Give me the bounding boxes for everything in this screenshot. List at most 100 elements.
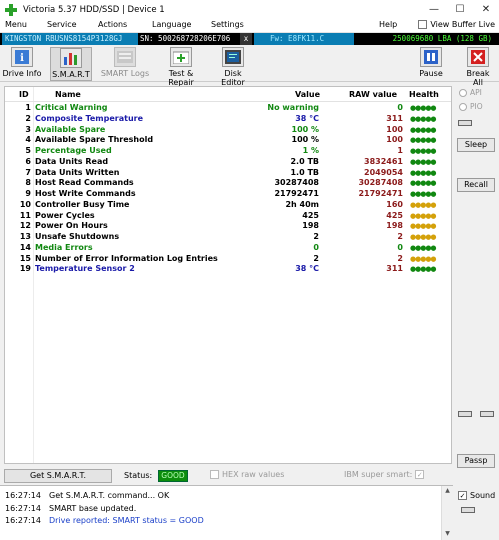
row-raw-value: 311 [386,113,403,123]
table-row[interactable]: 14 Media Errors 0 0 ●●●●● [5,243,451,254]
row-id: 5 [25,146,31,155]
row-name: Data Units Written [35,167,120,177]
table-row[interactable]: 12 Power On Hours 198 198 ●●●●● [5,221,451,232]
break-all-button[interactable]: Break All [461,47,495,87]
get-smart-button[interactable]: Get S.M.A.R.T. [4,469,112,483]
device-serial: SN: 500268728206E706 [140,34,231,43]
menu-item-service[interactable]: Service [47,20,77,29]
header-name[interactable]: Name [55,90,81,99]
header-health[interactable]: Health [409,90,439,99]
table-row[interactable]: 10 Controller Busy Time 2h 40m 160 ●●●●● [5,200,451,211]
header-value[interactable]: Value [295,90,320,99]
api-radio-dot[interactable] [459,88,467,97]
pio-radio-dot[interactable] [459,102,467,111]
row-raw-value: 100 [386,135,403,145]
row-id: 15 [19,253,31,263]
sleep-button[interactable]: Sleep [457,138,495,152]
app-cross-icon [5,3,17,16]
pause-button[interactable]: Pause [416,47,446,81]
ibm-checkbox[interactable]: ✓ [415,470,425,479]
row-health: ●●●●● [410,222,437,231]
table-row[interactable]: 5 Percentage Used 1 % 1 ●●●●● [5,146,451,157]
menu-item-language[interactable]: Language [152,20,191,29]
device-lba: 250069680 LBA (128 GB) [392,34,492,43]
row-value: 30287408 [274,178,319,188]
row-value: 2 [313,253,319,263]
maximize-button[interactable]: ☐ [447,0,473,19]
row-health: ●●●●● [410,211,437,220]
row-id: 6 [25,156,31,166]
row-health: ●●●●● [410,136,437,145]
menu-item-help[interactable]: Help [379,20,397,29]
scroll-down-icon[interactable]: ▼ [442,530,453,540]
row-name: Data Units Read [35,156,109,166]
row-raw-value: 1 [397,146,403,155]
hex-raw-toggle[interactable]: HEX raw values [210,470,284,479]
menu-item-actions[interactable]: Actions [98,20,127,29]
right-panel: API PIO Sleep Recall Passp [455,86,497,468]
header-raw[interactable]: RAW value [349,90,397,99]
scroll-up-icon[interactable]: ▲ [442,487,453,497]
table-row[interactable]: 1 Critical Warning No warning 0 ●●●●● [5,103,451,114]
row-value: 1.0 TB [290,167,319,177]
table-row[interactable]: 4 Available Spare Threshold 100 % 100 ●●●●● [5,135,451,146]
table-row[interactable]: 11 Power Cycles 425 425 ●●●●● [5,211,451,222]
hex-raw-checkbox[interactable] [210,470,219,479]
view-buffer-live-toggle[interactable]: View Buffer Live [418,20,495,29]
header-id[interactable]: ID [19,90,29,99]
table-row[interactable]: 9 Host Write Commands 21792471 21792471 ●●●●… [5,189,451,200]
row-name: Media Errors [35,242,93,252]
table-row[interactable]: 6 Data Units Read 2.0 TB 3832461 ●●●●● [5,157,451,168]
table-row[interactable]: 15 Number of Error Information Log Entrie… [5,254,451,265]
log-message: SMART base updated. [49,503,137,513]
sound-toggle[interactable]: ✓ Sound [458,491,495,500]
log-panel: 16:27:14 Get S.M.A.R.T. command... OK 16:2… [0,485,453,540]
table-row[interactable]: 8 Host Read Commands 30287408 30287408 ●●●●● [5,178,451,189]
table-row[interactable]: 13 Unsafe Shutdowns 2 2 ●●●●● [5,232,451,243]
disk-editor-icon [222,47,244,67]
test-repair-button[interactable]: Test & Repair [155,47,207,87]
recall-button[interactable]: Recall [457,178,495,192]
row-id: 3 [25,124,31,134]
smart-tab-button[interactable]: S.M.A.R.T [50,47,92,81]
row-raw-value: 100 [386,124,403,134]
disk-editor-label: Disk Editor [221,69,245,87]
drive-info-button[interactable]: i Drive Info [2,47,42,81]
minimize-button[interactable]: — [421,0,447,19]
row-value: 1 % [302,146,319,155]
pio-radio[interactable]: PIO [459,102,483,111]
menu-item-settings[interactable]: Settings [211,20,244,29]
row-name: Composite Temperature [35,113,144,123]
row-value: 38 °C [295,113,319,123]
row-name: Unsafe Shutdowns [35,232,120,241]
table-row[interactable]: 7 Data Units Written 1.0 TB 2049054 ●●●●● [5,168,451,179]
row-id: 1 [25,103,31,112]
sound-checkbox[interactable]: ✓ [458,491,467,500]
table-row[interactable]: 2 Composite Temperature 38 °C 311 ●●●●● [5,114,451,125]
log-time: 16:27:14 [5,516,41,525]
row-value: 100 % [291,124,320,134]
row-raw-value: 425 [386,210,403,220]
api-radio[interactable]: API [459,88,482,97]
table-row[interactable]: 3 Available Spare 100 % 100 ●●●●● [5,125,451,136]
view-buffer-checkbox[interactable] [418,20,428,29]
smart-logs-button[interactable]: SMART Logs [100,47,150,81]
api-label: API [470,88,482,97]
row-value: 2 [313,232,319,241]
passp-button[interactable]: Passp [457,454,495,468]
row-value: 38 °C [295,264,319,274]
sound-volume-bar[interactable] [461,507,475,513]
device-close-x[interactable]: x [240,33,252,45]
log-scrollbar[interactable]: ▲ ▼ [441,486,453,540]
window-title: Victoria 5.37 HDD/SSD | Device 1 [23,4,165,15]
ibm-super-smart-toggle[interactable]: IBM super smart: ✓ [344,470,425,479]
title-bar: Victoria 5.37 HDD/SSD | Device 1 — ☐ ✕ [0,0,499,19]
table-row[interactable]: 19 Temperature Sensor 2 38 °C 311 ●●●●● [5,264,451,275]
row-value: 2.0 TB [290,156,319,166]
disk-editor-button[interactable]: Disk Editor [212,47,254,87]
menu-item-menu[interactable]: Menu [5,20,27,29]
row-value: 425 [302,210,319,220]
close-button[interactable]: ✕ [473,0,499,19]
row-name: Temperature Sensor 2 [35,264,135,274]
hex-raw-label: HEX raw values [222,470,285,479]
